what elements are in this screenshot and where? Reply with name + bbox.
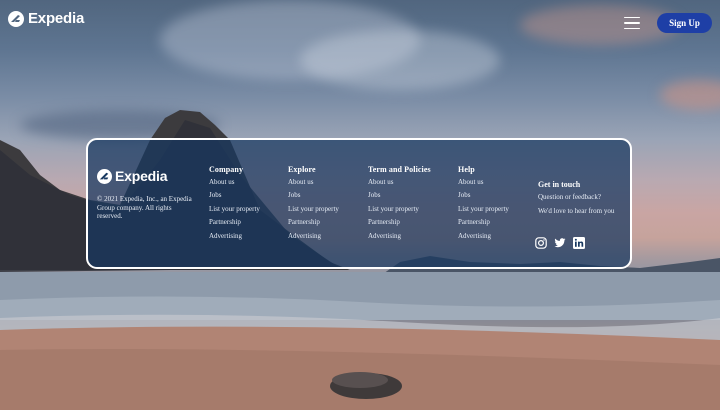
expedia-logo-icon — [8, 10, 24, 27]
footer-logo-text: Expedia — [115, 168, 168, 184]
footer-link-advertising[interactable]: Advertising — [209, 232, 260, 240]
instagram-icon[interactable] — [535, 236, 547, 249]
footer-link-partnership[interactable]: Partnership — [288, 219, 339, 226]
footer-link-list-property[interactable]: List your property — [368, 205, 431, 213]
footer-link-partnership[interactable]: Partnership — [368, 219, 431, 226]
footer-link-partnership[interactable]: Partnership — [209, 219, 260, 226]
footer-card: Expedia © 2021 Expedia, Inc., an Expedia… — [86, 138, 632, 269]
footer-link-partnership[interactable]: Partnership — [458, 219, 509, 226]
footer-link-about-us[interactable]: About us — [368, 179, 431, 186]
column-heading: Term and Policies — [368, 165, 431, 174]
footer-link-about-us[interactable]: About us — [209, 179, 260, 186]
footer-column-term-and-policies: Term and Policies About us Jobs List you… — [368, 165, 431, 246]
linkedin-icon[interactable] — [573, 236, 585, 249]
column-heading: Company — [209, 165, 244, 174]
footer-link-jobs[interactable]: Jobs — [368, 192, 431, 199]
menu-icon[interactable] — [624, 17, 640, 29]
footer-link-jobs[interactable]: Jobs — [288, 192, 339, 199]
header-logo-text: Expedia — [28, 10, 85, 27]
sign-up-button[interactable]: Sign Up — [657, 13, 712, 33]
footer-link-list-property[interactable]: List your property — [209, 205, 260, 213]
footer-brand: Expedia © 2021 Expedia, Inc., an Expedia… — [97, 168, 197, 221]
footer-link-advertising[interactable]: Advertising — [368, 232, 431, 240]
footer-column-company: Company About us Jobs List your property… — [209, 165, 260, 246]
footer-link-advertising[interactable]: Advertising — [288, 232, 339, 240]
twitter-icon[interactable] — [554, 236, 566, 248]
footer-link-about-us[interactable]: About us — [458, 179, 509, 186]
copyright-text: © 2021 Expedia, Inc., an Expedia Group c… — [97, 195, 192, 221]
footer-link-jobs[interactable]: Jobs — [458, 192, 509, 199]
contact-line: Question or feedback? — [538, 193, 601, 201]
footer-link-about-us[interactable]: About us — [288, 179, 339, 186]
footer-contact: Get in touch Question or feedback? We'd … — [538, 180, 614, 221]
header-logo[interactable]: Expedia — [8, 10, 84, 27]
expedia-logo-icon — [97, 168, 112, 184]
footer-link-list-property[interactable]: List your property — [458, 205, 509, 213]
contact-line: We'd love to hear from you — [538, 207, 615, 215]
footer-link-list-property[interactable]: List your property — [288, 205, 339, 213]
footer-column-help: Help About us Jobs List your property Pa… — [458, 165, 509, 246]
footer-logo[interactable]: Expedia — [97, 168, 197, 184]
social-links — [535, 236, 585, 249]
footer-link-jobs[interactable]: Jobs — [209, 192, 260, 199]
column-heading: Explore — [288, 165, 316, 174]
contact-heading: Get in touch — [538, 180, 581, 189]
footer-column-explore: Explore About us Jobs List your property… — [288, 165, 339, 246]
column-heading: Help — [458, 165, 475, 174]
footer-link-advertising[interactable]: Advertising — [458, 232, 509, 240]
